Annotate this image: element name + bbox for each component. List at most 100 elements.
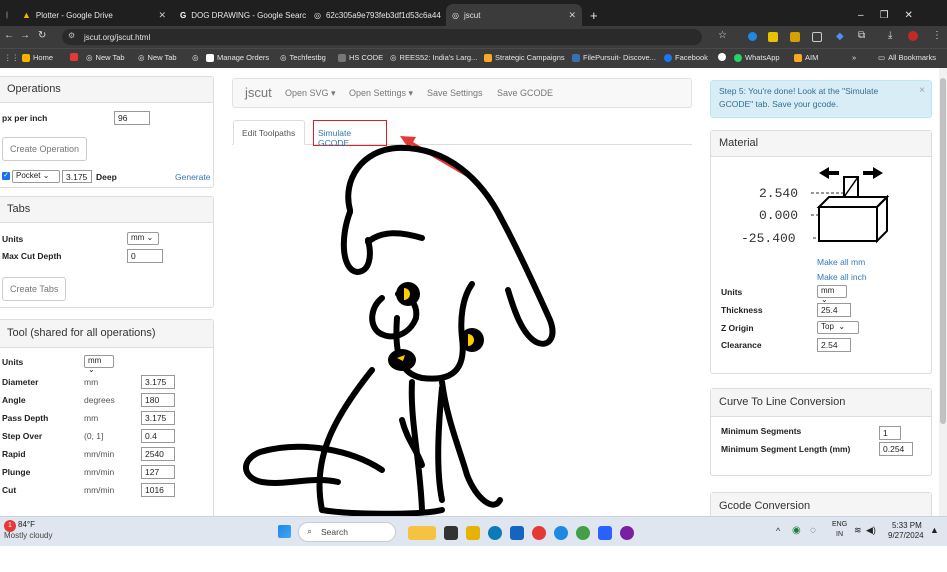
bookmark-home[interactable]: Home: [22, 53, 53, 62]
windows-start-icon[interactable]: [278, 525, 291, 538]
app-icon[interactable]: [620, 526, 634, 540]
tab-search-button[interactable]: [0, 4, 14, 26]
close-icon[interactable]: ✕: [568, 10, 576, 21]
tool-diameter-input[interactable]: 3.175: [141, 375, 175, 389]
tool-plunge-input[interactable]: 127: [141, 465, 175, 479]
extension-icon[interactable]: ◆: [836, 31, 844, 42]
bookmark-rees52[interactable]: ◎ REES52: India's Larg...: [390, 53, 477, 62]
app-icon[interactable]: [554, 526, 568, 540]
bookmark-strategic[interactable]: Strategic Campaigns: [484, 53, 565, 62]
star-icon[interactable]: ☆: [718, 30, 727, 41]
bookmarks-overflow-icon[interactable]: »: [852, 53, 856, 62]
create-operation-button[interactable]: Create Operation: [2, 137, 88, 161]
all-bookmarks[interactable]: ▭ All Bookmarks: [878, 53, 936, 62]
extension-icon[interactable]: [768, 32, 778, 42]
material-units-select[interactable]: mm ⌄: [817, 285, 847, 304]
new-tab-button[interactable]: +: [584, 4, 604, 26]
bookmark-globe[interactable]: ◎: [192, 53, 199, 62]
url-bar[interactable]: ⚙ jscut.org/jscut.html: [62, 29, 702, 45]
tool-rapid-input[interactable]: 2540: [141, 447, 175, 461]
restore-icon[interactable]: ❐: [880, 10, 889, 21]
bookmark-whatsapp[interactable]: WhatsApp: [734, 53, 780, 62]
min-segment-length-input[interactable]: 0.254: [879, 442, 913, 456]
scrollbar-thumb[interactable]: [940, 78, 946, 424]
reload-icon[interactable]: ↻: [38, 30, 46, 41]
browser-tab-drive[interactable]: ▲ Plotter - Google Drive ✕: [16, 4, 172, 26]
extension-icon[interactable]: [748, 32, 757, 41]
browser-tab-google-search[interactable]: G DOG DRAWING - Google Search✕: [174, 4, 306, 26]
tool-pass-depth-input[interactable]: 3.175: [141, 411, 175, 425]
extensions-puzzle-icon[interactable]: ⧉: [858, 30, 865, 41]
close-icon[interactable]: ✕: [158, 10, 166, 21]
clock-time[interactable]: 5:33 PM: [892, 521, 922, 530]
clearance-input[interactable]: 2.54: [817, 338, 851, 352]
back-icon[interactable]: ←: [4, 30, 14, 41]
toolpath-canvas[interactable]: [232, 120, 702, 516]
tool-cut-input[interactable]: 1016: [141, 483, 175, 497]
nav-save-settings[interactable]: Save Settings: [427, 88, 483, 98]
extension-icon[interactable]: [790, 32, 800, 42]
bookmark-hs-code[interactable]: HS CODE: [338, 53, 383, 62]
bookmark-aim[interactable]: AIM: [794, 53, 818, 62]
notification-bell-icon[interactable]: ▲: [930, 525, 939, 535]
app-icon[interactable]: [598, 526, 612, 540]
minimize-icon[interactable]: –: [858, 10, 864, 21]
wifi-icon[interactable]: ≋: [854, 525, 862, 536]
file-explorer-icon[interactable]: [466, 526, 480, 540]
weather-desc[interactable]: Mostly cloudy: [4, 531, 52, 540]
download-icon[interactable]: ⤓: [888, 30, 892, 41]
weather-temp[interactable]: 84°F: [18, 520, 35, 529]
nav-open-settings[interactable]: Open Settings ▾: [349, 88, 413, 99]
bookmark-youtube[interactable]: [70, 53, 78, 61]
tool-step-over-input[interactable]: 0.4: [141, 429, 175, 443]
thickness-input[interactable]: 25.4: [817, 303, 851, 317]
min-segments-input[interactable]: 1: [879, 426, 901, 440]
edge-icon[interactable]: [488, 526, 502, 540]
tray-app-icon[interactable]: ◌: [810, 525, 816, 536]
language-top[interactable]: ENG: [832, 521, 847, 528]
bookmark-new-tab[interactable]: ◎ New Tab: [86, 53, 125, 62]
nav-open-svg[interactable]: Open SVG ▾: [285, 88, 336, 99]
profile-avatar[interactable]: [908, 31, 918, 41]
tray-chevron-icon[interactable]: ^: [776, 526, 780, 536]
tabs-units-select[interactable]: mm ⌄: [127, 232, 159, 245]
extension-icon[interactable]: [812, 32, 822, 42]
operation-enabled-checkbox[interactable]: ✓: [2, 172, 10, 180]
task-view-icon[interactable]: [444, 526, 458, 540]
create-tabs-button[interactable]: Create Tabs: [2, 277, 67, 301]
close-icon[interactable]: ×: [919, 84, 925, 97]
bookmark-facebook[interactable]: Facebook: [664, 53, 708, 62]
tray-app-icon[interactable]: ◉: [792, 525, 801, 536]
clock-date[interactable]: 9/27/2024: [888, 531, 924, 540]
forward-icon[interactable]: →: [20, 30, 30, 41]
volume-icon[interactable]: ◀): [866, 525, 876, 536]
px-per-inch-input[interactable]: 96: [114, 111, 150, 125]
make-all-mm-link[interactable]: Make all mm: [817, 257, 865, 267]
brand-link[interactable]: jscut: [245, 85, 272, 100]
bookmark-manage-orders[interactable]: Manage Orders: [206, 53, 269, 62]
bookmark-techfestbg[interactable]: ◎ Techfestbg: [280, 53, 326, 62]
apps-icon[interactable]: ⋮⋮: [4, 53, 19, 62]
operation-depth-input[interactable]: 3.175: [62, 170, 92, 183]
site-info-icon[interactable]: ⚙: [68, 31, 75, 40]
chrome-icon[interactable]: [532, 526, 546, 540]
z-origin-select[interactable]: Top ⌄: [817, 321, 859, 334]
page-scrollbar[interactable]: [939, 68, 947, 516]
operation-type-select[interactable]: Pocket ⌄: [12, 170, 60, 183]
browser-tab-file[interactable]: ◎ 62c305a9e793feb3df1d53c6a44✕: [308, 4, 444, 26]
taskbar-search[interactable]: ⌕ Search: [298, 522, 396, 542]
generate-link[interactable]: Generate: [175, 172, 210, 182]
bookmark-filepursuit[interactable]: FilePursuit- Discove...: [572, 53, 656, 62]
store-icon[interactable]: [510, 526, 524, 540]
taskbar-widget-icon[interactable]: [408, 526, 436, 540]
max-cut-depth-input[interactable]: 0: [127, 249, 163, 263]
make-all-inch-link[interactable]: Make all inch: [817, 272, 867, 282]
nav-save-gcode[interactable]: Save GCODE: [497, 88, 553, 98]
bookmark-google[interactable]: [718, 53, 726, 61]
menu-icon[interactable]: ⋮: [932, 30, 942, 41]
tool-angle-input[interactable]: 180: [141, 393, 175, 407]
language-bottom[interactable]: IN: [836, 531, 843, 538]
browser-tab-jscut[interactable]: ◎ jscut ✕: [446, 4, 582, 26]
chrome-profile-icon[interactable]: [576, 526, 590, 540]
tool-units-select[interactable]: mm ⌄: [84, 355, 114, 374]
